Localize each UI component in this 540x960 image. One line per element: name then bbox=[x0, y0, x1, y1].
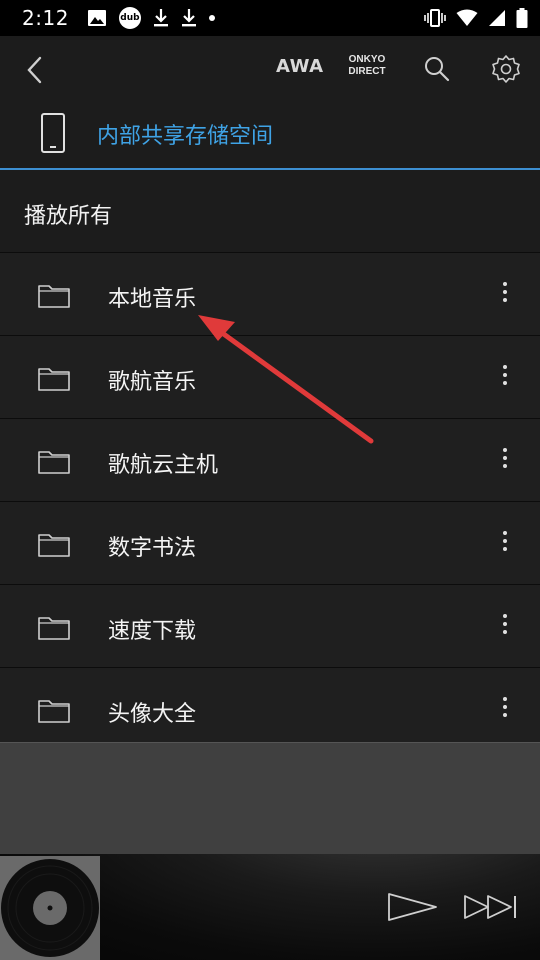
folder-list-item[interactable]: 本地音乐 bbox=[0, 252, 540, 335]
folder-icon bbox=[38, 699, 70, 723]
onkyo-logo-line2: DIRECT bbox=[348, 66, 386, 77]
folder-list-item[interactable]: 歌航音乐 bbox=[0, 335, 540, 418]
skip-next-icon bbox=[464, 895, 516, 919]
system-icons bbox=[424, 8, 528, 28]
folder-name: 本地音乐 bbox=[108, 287, 197, 312]
mini-player[interactable] bbox=[0, 854, 540, 960]
storage-location-header: 内部共享存储空间 bbox=[0, 102, 540, 168]
more-vertical-icon[interactable] bbox=[494, 528, 516, 560]
onkyo-logo-line1: ONKYO bbox=[348, 54, 386, 65]
more-vertical-icon[interactable] bbox=[494, 279, 516, 311]
download-icon bbox=[153, 8, 169, 28]
folder-list-item[interactable]: 速度下载 bbox=[0, 584, 540, 667]
folder-name: 歌航音乐 bbox=[108, 370, 197, 395]
search-button[interactable] bbox=[422, 54, 452, 84]
app-screen: 2:12 dub AWA ONKYO DIRECT 内部共享存储空间 播放所有 … bbox=[0, 0, 540, 960]
search-icon bbox=[425, 57, 450, 82]
empty-panel bbox=[0, 742, 540, 855]
folder-list-item[interactable]: 头像大全 bbox=[0, 667, 540, 742]
settings-button[interactable] bbox=[490, 53, 522, 85]
top-toolbar: AWA ONKYO DIRECT bbox=[0, 36, 540, 102]
onkyo-direct-logo-button[interactable]: ONKYO DIRECT bbox=[343, 54, 391, 78]
folder-list-item[interactable]: 歌航云主机 bbox=[0, 418, 540, 501]
folder-name: 速度下载 bbox=[108, 619, 197, 644]
folder-name: 数字书法 bbox=[108, 536, 197, 561]
album-art[interactable] bbox=[0, 856, 100, 960]
awa-logo-button[interactable]: AWA bbox=[276, 56, 324, 77]
folder-icon bbox=[38, 284, 70, 308]
gear-icon bbox=[492, 55, 520, 83]
wifi-icon bbox=[456, 9, 478, 27]
play-button[interactable] bbox=[386, 890, 440, 924]
play-all-row[interactable]: 播放所有 bbox=[0, 170, 540, 252]
next-track-button[interactable] bbox=[462, 892, 522, 922]
status-time: 2:12 bbox=[22, 6, 69, 30]
folder-name: 头像大全 bbox=[108, 702, 197, 727]
folder-icon bbox=[38, 616, 70, 640]
folder-icon bbox=[38, 450, 70, 474]
battery-icon bbox=[516, 8, 528, 28]
notification-icons: dub bbox=[87, 7, 215, 29]
more-vertical-icon[interactable] bbox=[494, 611, 516, 643]
folder-icon bbox=[38, 367, 70, 391]
vinyl-record-icon bbox=[1, 859, 99, 957]
more-vertical-icon[interactable] bbox=[494, 445, 516, 477]
play-icon bbox=[388, 893, 437, 921]
signal-icon bbox=[488, 9, 506, 27]
more-notifications-dot-icon bbox=[208, 15, 215, 21]
dub-badge-icon: dub bbox=[118, 7, 141, 29]
back-button[interactable] bbox=[20, 50, 52, 90]
storage-title: 内部共享存储空间 bbox=[97, 124, 274, 149]
folder-name: 歌航云主机 bbox=[108, 453, 219, 478]
vibrate-icon bbox=[424, 8, 446, 28]
play-all-label: 播放所有 bbox=[24, 204, 113, 229]
more-vertical-icon[interactable] bbox=[494, 362, 516, 394]
folder-list[interactable]: 本地音乐 歌航音乐 歌航云主机 数字书法 速度下载 头像大全 bbox=[0, 252, 540, 742]
status-bar: 2:12 dub bbox=[0, 0, 540, 36]
folder-icon bbox=[38, 533, 70, 557]
folder-list-item[interactable]: 数字书法 bbox=[0, 501, 540, 584]
download-icon bbox=[181, 8, 197, 28]
chevron-left-icon bbox=[27, 56, 42, 84]
phone-icon bbox=[40, 112, 70, 158]
more-vertical-icon[interactable] bbox=[494, 694, 516, 726]
gallery-icon bbox=[87, 9, 107, 27]
